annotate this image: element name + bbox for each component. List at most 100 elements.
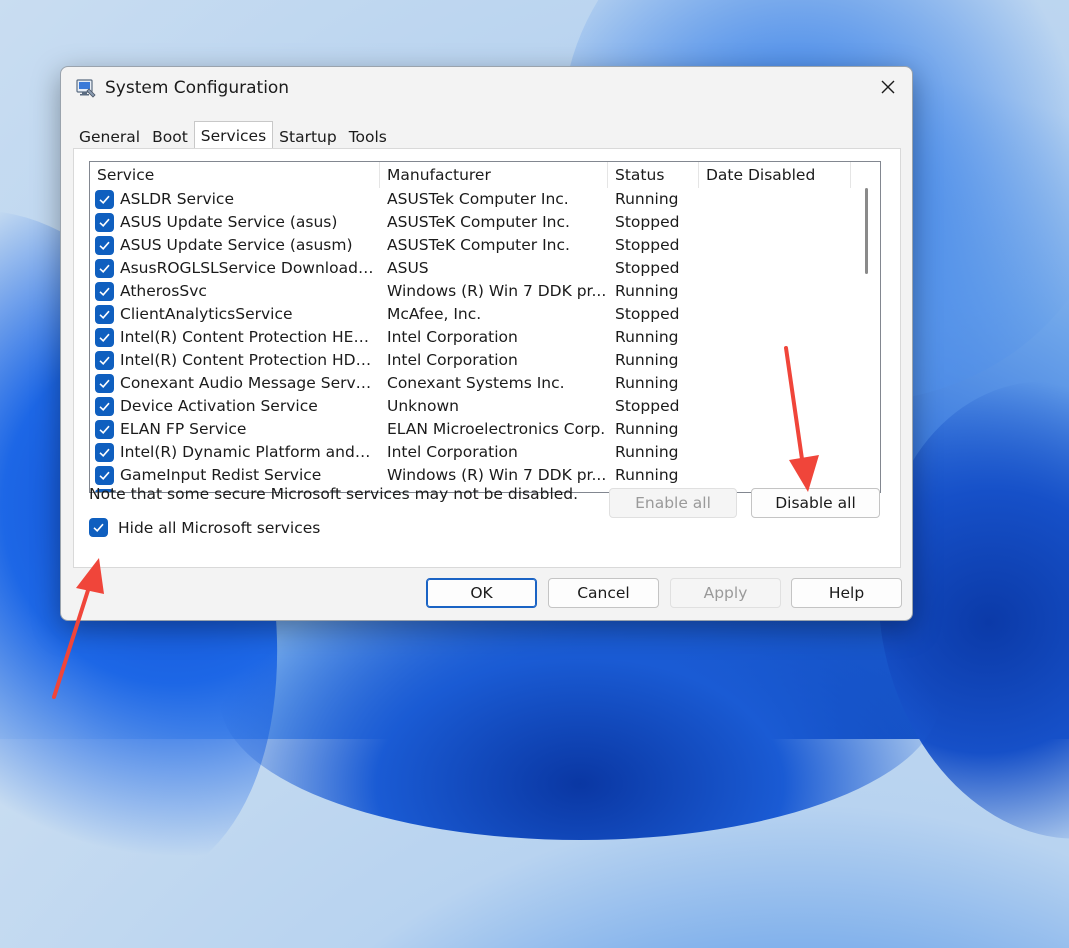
service-checkbox[interactable] <box>95 443 114 462</box>
service-name: Intel(R) Content Protection HDCP ... <box>120 351 375 369</box>
checkmark-icon <box>99 241 110 250</box>
status-cell: Running <box>615 282 679 300</box>
scrollbar-thumb[interactable] <box>865 188 868 274</box>
service-name: AsusROGLSLService Download R... <box>120 259 375 277</box>
table-row[interactable]: Intel(R) Content Protection HECI ... Inte… <box>90 326 851 349</box>
table-row[interactable]: Intel(R) Dynamic Platform and Th... Intel… <box>90 441 851 464</box>
tab-boot[interactable]: Boot <box>146 123 194 150</box>
table-row[interactable]: ASUS Update Service (asusm) ASUSTeK Compu… <box>90 234 851 257</box>
status-cell: Stopped <box>615 305 680 323</box>
service-checkbox[interactable] <box>95 236 114 255</box>
service-checkbox[interactable] <box>95 328 114 347</box>
table-row[interactable]: AtherosSvc Windows (R) Win 7 DDK pr... Run… <box>90 280 851 303</box>
manufacturer-cell: ASUS <box>387 259 429 277</box>
title-bar[interactable]: System Configuration <box>61 67 912 111</box>
tab-general[interactable]: General <box>73 123 146 150</box>
table-row[interactable]: GameInput Redist Service Windows (R) Win … <box>90 464 851 487</box>
status-cell: Stopped <box>615 236 680 254</box>
service-name: ASUS Update Service (asus) <box>120 213 338 231</box>
service-name: Device Activation Service <box>120 397 318 415</box>
service-cell: AsusROGLSLService Download R... <box>90 257 380 280</box>
help-button[interactable]: Help <box>791 578 902 608</box>
service-name: ClientAnalyticsService <box>120 305 293 323</box>
manufacturer-cell: McAfee, Inc. <box>387 305 482 323</box>
service-name: Intel(R) Content Protection HECI ... <box>120 328 375 346</box>
table-row[interactable]: Device Activation Service Unknown Stopped <box>90 395 851 418</box>
tab-tools[interactable]: Tools <box>343 123 393 150</box>
table-row[interactable]: ASUS Update Service (asus) ASUSTeK Comput… <box>90 211 851 234</box>
service-name: ASUS Update Service (asusm) <box>120 236 353 254</box>
apply-button[interactable]: Apply <box>670 578 781 608</box>
status-cell: Stopped <box>615 397 680 415</box>
window-title: System Configuration <box>105 78 290 98</box>
manufacturer-cell: ASUSTeK Computer Inc. <box>387 213 570 231</box>
cancel-button[interactable]: Cancel <box>548 578 659 608</box>
manufacturer-cell: Unknown <box>387 397 459 415</box>
status-cell: Stopped <box>615 213 680 231</box>
manufacturer-cell: Intel Corporation <box>387 328 518 346</box>
manufacturer-cell: Conexant Systems Inc. <box>387 374 565 392</box>
service-checkbox[interactable] <box>95 374 114 393</box>
table-row[interactable]: Conexant Audio Message Service Conexant S… <box>90 372 851 395</box>
service-checkbox[interactable] <box>95 305 114 324</box>
manufacturer-cell: ELAN Microelectronics Corp. <box>387 420 606 438</box>
services-list[interactable]: Service Manufacturer Status Date Disable… <box>89 161 881 493</box>
table-row[interactable]: AsusROGLSLService Download R... ASUS Stopp… <box>90 257 851 280</box>
secure-services-note: Note that some secure Microsoft services… <box>89 485 579 503</box>
manufacturer-cell: Intel Corporation <box>387 443 518 461</box>
manufacturer-cell: Windows (R) Win 7 DDK pr... <box>387 282 607 300</box>
status-cell: Running <box>615 328 679 346</box>
service-checkbox[interactable] <box>95 397 114 416</box>
enable-all-button[interactable]: Enable all <box>609 488 737 518</box>
manufacturer-cell: ASUSTeK Computer Inc. <box>387 236 570 254</box>
table-row[interactable]: ClientAnalyticsService McAfee, Inc. Stoppe… <box>90 303 851 326</box>
close-button[interactable] <box>864 67 912 111</box>
status-cell: Running <box>615 374 679 392</box>
checkmark-icon <box>99 287 110 296</box>
table-row[interactable]: ELAN FP Service ELAN Microelectronics Cor… <box>90 418 851 441</box>
service-checkbox[interactable] <box>95 213 114 232</box>
checkmark-icon <box>99 310 110 319</box>
table-row[interactable]: ASLDR Service ASUSTek Computer Inc. Runnin… <box>90 188 851 211</box>
service-checkbox[interactable] <box>95 351 114 370</box>
tab-startup[interactable]: Startup <box>273 123 343 150</box>
service-cell: ASLDR Service <box>90 188 380 211</box>
service-name: Conexant Audio Message Service <box>120 374 375 392</box>
system-configuration-window: System Configuration General Boot Servic… <box>60 66 913 621</box>
hide-microsoft-services[interactable]: Hide all Microsoft services <box>89 518 320 537</box>
column-header-date-disabled[interactable]: Date Disabled <box>699 162 851 188</box>
status-cell: Stopped <box>615 259 680 277</box>
service-checkbox[interactable] <box>95 282 114 301</box>
column-header-manufacturer[interactable]: Manufacturer <box>380 162 608 188</box>
close-icon <box>880 79 896 99</box>
service-name: GameInput Redist Service <box>120 466 322 484</box>
service-checkbox[interactable] <box>95 420 114 439</box>
service-name: ASLDR Service <box>120 190 234 208</box>
service-cell: Intel(R) Content Protection HDCP ... <box>90 349 380 372</box>
column-header-status[interactable]: Status <box>608 162 699 188</box>
service-cell: ASUS Update Service (asus) <box>90 211 380 234</box>
status-cell: Running <box>615 443 679 461</box>
service-name: Intel(R) Dynamic Platform and Th... <box>120 443 375 461</box>
service-checkbox[interactable] <box>95 466 114 485</box>
vertical-scrollbar[interactable] <box>853 162 880 492</box>
status-cell: Running <box>615 351 679 369</box>
column-header-service[interactable]: Service <box>90 162 380 188</box>
checkmark-icon <box>99 379 110 388</box>
tab-services[interactable]: Services <box>193 121 274 151</box>
service-cell: Intel(R) Content Protection HECI ... <box>90 326 380 349</box>
service-cell: ELAN FP Service <box>90 418 380 441</box>
list-header: Service Manufacturer Status Date Disable… <box>90 162 851 188</box>
service-checkbox[interactable] <box>95 190 114 209</box>
disable-all-button[interactable]: Disable all <box>751 488 880 518</box>
hide-microsoft-services-checkbox[interactable] <box>89 518 108 537</box>
manufacturer-cell: ASUSTek Computer Inc. <box>387 190 569 208</box>
services-panel: Service Manufacturer Status Date Disable… <box>73 148 901 568</box>
manufacturer-cell: Intel Corporation <box>387 351 518 369</box>
ok-button[interactable]: OK <box>426 578 537 608</box>
service-cell: ASUS Update Service (asusm) <box>90 234 380 257</box>
table-row[interactable]: Intel(R) Content Protection HDCP ... Inte… <box>90 349 851 372</box>
checkmark-icon <box>99 356 110 365</box>
service-cell: Conexant Audio Message Service <box>90 372 380 395</box>
service-checkbox[interactable] <box>95 259 114 278</box>
